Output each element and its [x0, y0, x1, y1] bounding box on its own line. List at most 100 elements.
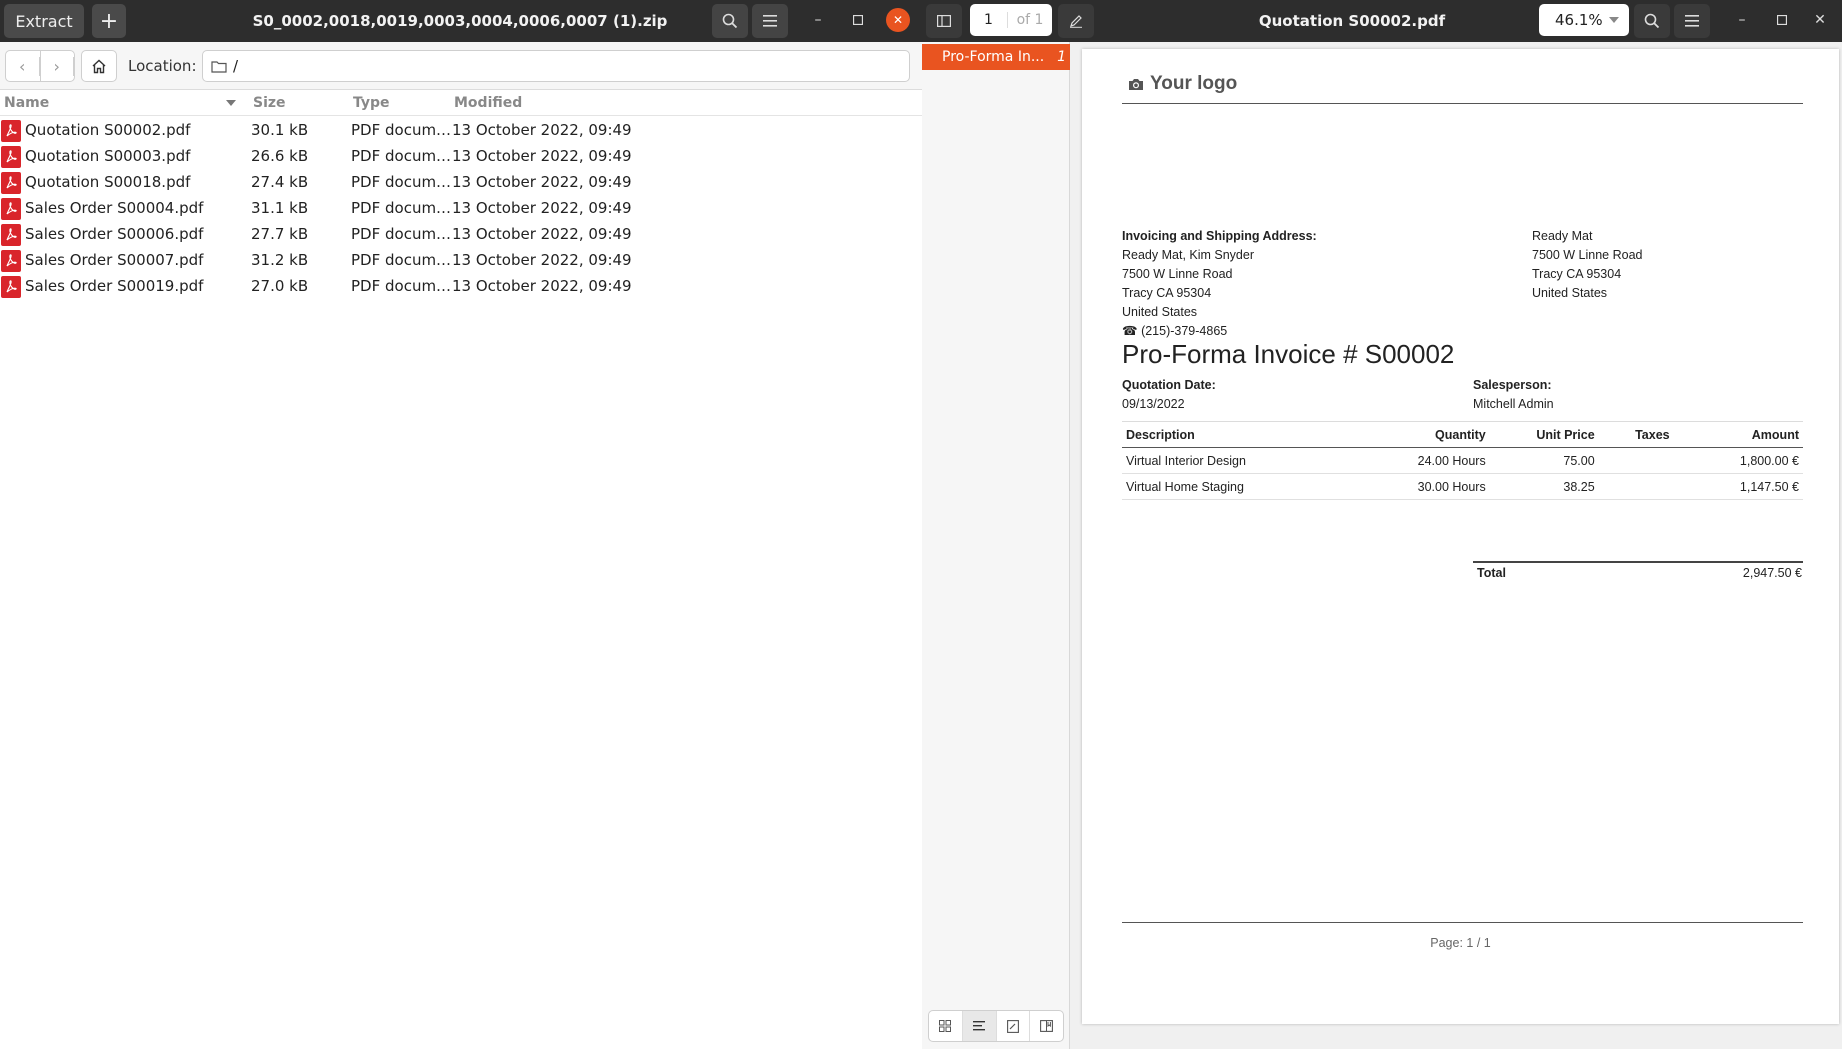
close-icon: ✕ [1814, 12, 1826, 28]
outline-sidebar: Pro-Forma In... 1 [922, 42, 1070, 1049]
page-total: of 1 [1016, 12, 1044, 28]
navigation-buttons: ‹ › [5, 50, 75, 82]
chevron-left-icon: ‹ [6, 56, 40, 76]
footer-divider [1122, 922, 1803, 923]
file-type: PDF docum… [351, 173, 452, 191]
home-icon [92, 59, 106, 73]
find-button[interactable] [1634, 4, 1670, 38]
page-current[interactable]: 1 [970, 12, 1008, 28]
line-quantity: 30.00 Hours [1394, 473, 1490, 500]
file-name: Quotation S00002.pdf [25, 121, 191, 139]
back-button[interactable]: ‹ [6, 51, 41, 81]
tab-thumbnails[interactable] [929, 1011, 963, 1041]
file-type: PDF docum… [351, 199, 452, 217]
minimize-button[interactable]: – [1730, 8, 1754, 32]
col-quantity: Quantity [1394, 421, 1490, 448]
sidebar-icon [937, 15, 951, 27]
zoom-value: 46.1% [1555, 11, 1603, 29]
file-type: PDF docum… [351, 277, 452, 295]
pdf-file-icon [1, 276, 21, 298]
file-row[interactable]: Quotation S00003.pdf 26.6 kB PDF docum… … [0, 143, 922, 169]
tab-annotations[interactable] [997, 1011, 1031, 1041]
company-address: Ready Mat 7500 W Linne Road Tracy CA 953… [1532, 227, 1643, 303]
file-modified: 13 October 2022, 09:49 [452, 121, 632, 139]
add-files-button[interactable]: + [92, 4, 126, 38]
file-modified: 13 October 2022, 09:49 [452, 199, 632, 217]
column-name[interactable]: Name [4, 95, 49, 111]
col-amount: Amount [1673, 421, 1803, 448]
maximize-button[interactable] [846, 8, 870, 32]
tab-outline[interactable] [962, 1011, 997, 1041]
file-row[interactable]: Quotation S00018.pdf 27.4 kB PDF docum… … [0, 169, 922, 195]
file-list-header: Name Size Type Modified [0, 92, 922, 116]
forward-button[interactable]: › [41, 51, 74, 81]
close-button[interactable]: ✕ [886, 8, 910, 32]
tab-bookmarks[interactable] [1030, 1011, 1063, 1041]
phone-number: (215)-379-4865 [1141, 324, 1228, 338]
footer-page-number: Page: 1 / 1 [1430, 936, 1491, 950]
line-description: Virtual Home Staging [1122, 473, 1395, 500]
menu-button[interactable] [752, 4, 788, 38]
page-number-field[interactable]: 1 of 1 [970, 4, 1052, 36]
outline-item[interactable]: Pro-Forma In... 1 [922, 44, 1070, 70]
col-taxes: Taxes [1598, 421, 1674, 448]
file-type: PDF docum… [351, 121, 452, 139]
table-header-row: Description Quantity Unit Price Taxes Am… [1122, 421, 1803, 448]
pdf-file-icon [1, 224, 21, 246]
company-line: 7500 W Linne Road [1532, 248, 1643, 262]
quotation-date-label: Quotation Date: [1122, 378, 1216, 392]
file-row[interactable]: Sales Order S00019.pdf 27.0 kB PDF docum… [0, 273, 922, 299]
extract-button[interactable]: Extract [4, 4, 84, 38]
viewer-menu-button[interactable] [1674, 4, 1710, 38]
home-button[interactable] [81, 50, 117, 82]
column-type[interactable]: Type [353, 95, 390, 111]
address-line: Ready Mat, Kim Snyder [1122, 248, 1254, 262]
file-row[interactable]: Sales Order S00007.pdf 31.2 kB PDF docum… [0, 247, 922, 273]
line-quantity: 24.00 Hours [1394, 447, 1490, 474]
location-value: / [233, 57, 239, 75]
annotate-button[interactable] [1058, 4, 1094, 38]
bookmark-icon [1040, 1020, 1054, 1032]
file-name: Sales Order S00019.pdf [25, 277, 204, 295]
file-name: Sales Order S00007.pdf [25, 251, 204, 269]
location-field[interactable]: / [202, 50, 910, 82]
search-button[interactable] [712, 4, 748, 38]
document-title: Pro-Forma Invoice # S00002 [1122, 339, 1455, 369]
line-taxes [1598, 473, 1674, 500]
file-name: Sales Order S00006.pdf [25, 225, 204, 243]
order-lines-table: Description Quantity Unit Price Taxes Am… [1122, 421, 1803, 500]
archive-title: S0_0002,0018,0019,0003,0004,0006,0007 (1… [252, 12, 668, 30]
search-icon [722, 13, 738, 29]
pdf-page: Your logo Invoicing and Shipping Address… [1082, 49, 1839, 1024]
customer-address: Invoicing and Shipping Address: Ready Ma… [1122, 227, 1317, 341]
pencil-icon [1070, 15, 1082, 28]
file-type: PDF docum… [351, 147, 452, 165]
file-size: 27.7 kB [251, 225, 309, 243]
zoom-select[interactable]: 46.1% [1539, 4, 1629, 36]
hamburger-icon [763, 15, 777, 27]
file-row[interactable]: Quotation S00002.pdf 30.1 kB PDF docum… … [0, 117, 922, 143]
close-button[interactable]: ✕ [1808, 8, 1832, 32]
maximize-button[interactable] [1770, 8, 1794, 32]
column-size[interactable]: Size [253, 95, 286, 111]
file-name: Quotation S00018.pdf [25, 173, 191, 191]
col-unit-price: Unit Price [1489, 421, 1599, 448]
file-size: 30.1 kB [251, 121, 309, 139]
pdf-file-icon [1, 198, 21, 220]
minimize-button[interactable]: – [806, 8, 830, 32]
header-divider [1122, 103, 1803, 104]
company-logo: Your logo [1128, 73, 1237, 95]
sidebar-toggle-button[interactable] [926, 4, 962, 38]
file-type: PDF docum… [351, 225, 452, 243]
column-modified[interactable]: Modified [454, 95, 522, 111]
line-amount: 1,800.00 € [1673, 447, 1803, 474]
chevron-down-icon [1609, 17, 1619, 23]
table-row: Virtual Interior Design 24.00 Hours 75.0… [1122, 447, 1803, 474]
folder-icon [211, 60, 227, 73]
file-row[interactable]: Sales Order S00006.pdf 27.7 kB PDF docum… [0, 221, 922, 247]
annotation-icon [1006, 1019, 1019, 1033]
pdf-file-icon [1, 172, 21, 194]
sidebar-tabs [928, 1010, 1064, 1042]
address-line: 7500 W Linne Road [1122, 267, 1233, 281]
file-row[interactable]: Sales Order S00004.pdf 31.1 kB PDF docum… [0, 195, 922, 221]
